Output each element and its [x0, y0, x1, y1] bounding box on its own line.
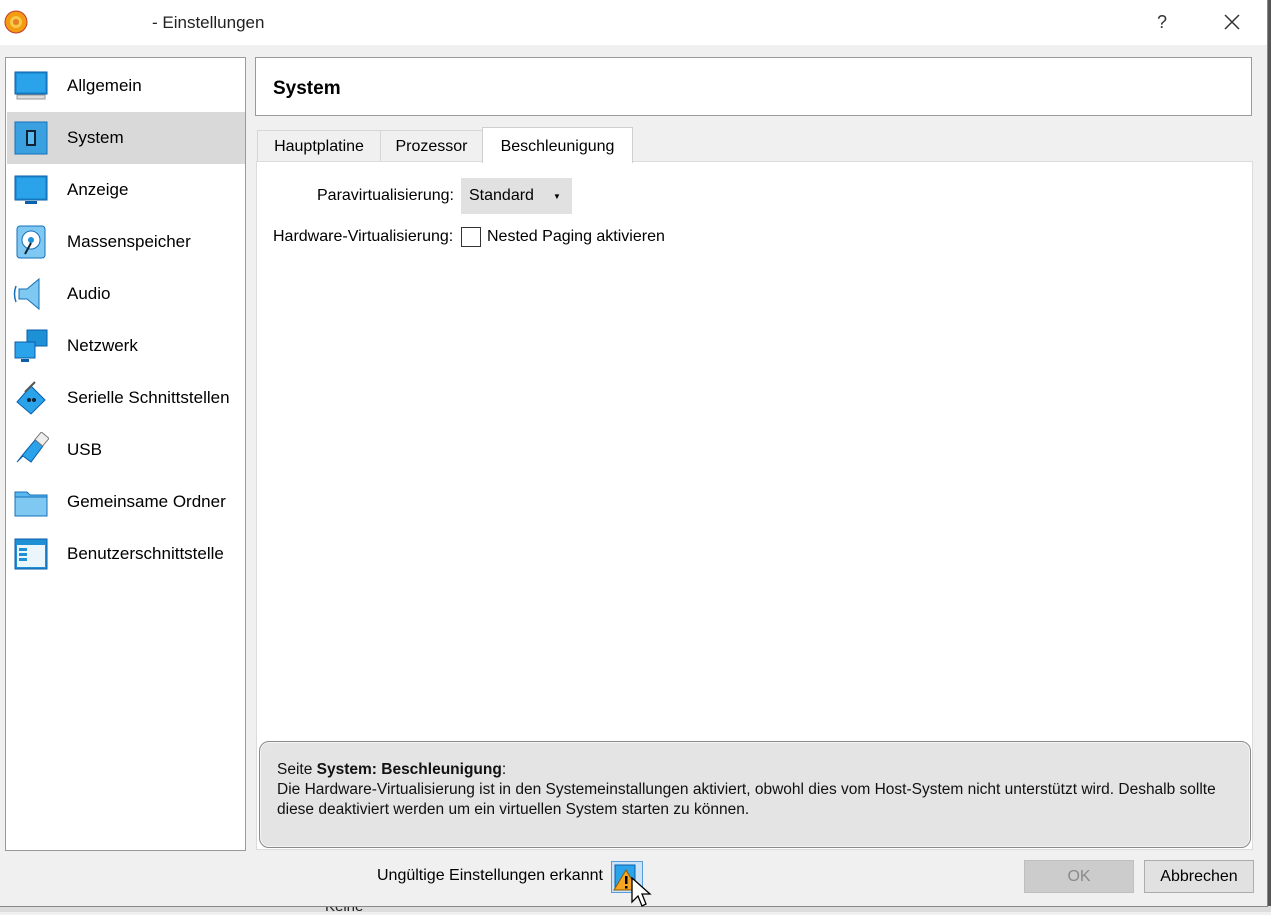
- sidebar-item-label: Gemeinsame Ordner: [67, 492, 226, 511]
- usb-icon: [16, 432, 49, 463]
- page-header: System: [255, 57, 1252, 116]
- invalid-settings-text: Ungültige Einstellungen erkannt: [377, 867, 603, 884]
- message-prefix: Seite: [277, 761, 317, 778]
- sidebar-item-label: Serielle Schnittstellen: [67, 388, 230, 407]
- sidebar-item-label: Anzeige: [67, 180, 129, 199]
- sidebar-item-allgemein[interactable]: Allgemein: [7, 60, 245, 112]
- settings-dialog: - Einstellungen ? Allgemein System Anzei…: [0, 0, 1268, 907]
- serial-port-icon: [16, 381, 46, 415]
- message-body: Die Hardware-Virtualisierung ist in den …: [277, 781, 1216, 818]
- message-page-name: System: Beschleunigung: [316, 761, 502, 778]
- validation-message-text: Seite System: Beschleunigung: Die Hardwa…: [277, 760, 1227, 820]
- tab-hauptplatine[interactable]: Hauptplatine: [257, 130, 381, 162]
- user-interface-icon: [14, 538, 48, 570]
- ok-button[interactable]: OK: [1024, 860, 1134, 893]
- sidebar-item-label: System: [67, 128, 124, 147]
- audio-speaker-icon: [13, 277, 40, 311]
- message-colon: :: [501, 761, 507, 778]
- window-title: - Einstellungen: [152, 13, 265, 32]
- tab-beschleunigung[interactable]: Beschleunigung: [482, 127, 633, 163]
- sidebar-item-audio[interactable]: Audio: [7, 268, 245, 320]
- sidebar-item-serielle-schnittstellen[interactable]: Serielle Schnittstellen: [7, 372, 245, 424]
- validation-message-box: Seite System: Beschleunigung: Die Hardwa…: [259, 741, 1251, 848]
- sidebar-item-system[interactable]: System: [7, 112, 245, 164]
- general-monitor-icon: [14, 71, 48, 100]
- settings-sidebar: Allgemein System Anzeige Massenspeicher …: [5, 57, 246, 851]
- hwvirt-label: Hardware-Virtualisierung:: [273, 228, 454, 245]
- page-title: System: [273, 78, 341, 99]
- nested-paging-checkbox[interactable]: [461, 227, 481, 247]
- paravirt-value: Standard: [469, 187, 534, 204]
- sidebar-item-label: Audio: [67, 284, 111, 303]
- paravirt-label: Paravirtualisierung:: [317, 187, 454, 204]
- sidebar-item-label: Massenspeicher: [67, 232, 191, 251]
- sidebar-item-label: Netzwerk: [67, 336, 138, 355]
- sidebar-item-netzwerk[interactable]: Netzwerk: [7, 320, 245, 372]
- paravirt-select[interactable]: Standard ▼: [461, 178, 572, 214]
- sidebar-item-massenspeicher[interactable]: Massenspeicher: [7, 216, 245, 268]
- sidebar-item-usb[interactable]: USB: [7, 424, 245, 476]
- shared-folder-icon: [14, 491, 48, 517]
- storage-disk-icon: [16, 225, 46, 259]
- sidebar-item-label: USB: [67, 440, 102, 459]
- virtualbox-app-icon: [4, 10, 28, 34]
- sidebar-item-label: Benutzerschnittstelle: [67, 544, 224, 563]
- sidebar-item-anzeige[interactable]: Anzeige: [7, 164, 245, 216]
- nested-paging-label[interactable]: Nested Paging aktivieren: [487, 228, 665, 246]
- display-icon: [14, 175, 48, 204]
- sidebar-item-gemeinsame-ordner[interactable]: Gemeinsame Ordner: [7, 476, 245, 528]
- title-bar: - Einstellungen ?: [0, 0, 1267, 45]
- close-icon[interactable]: [1218, 8, 1246, 36]
- sidebar-item-label: Allgemein: [67, 76, 142, 95]
- tab-prozessor[interactable]: Prozessor: [380, 130, 483, 162]
- sidebar-item-benutzerschnittstelle[interactable]: Benutzerschnittstelle: [7, 528, 245, 580]
- cancel-button[interactable]: Abbrechen: [1144, 860, 1254, 893]
- system-chip-icon: [14, 121, 48, 155]
- help-button[interactable]: ?: [1148, 8, 1176, 36]
- chevron-down-icon: ▼: [553, 192, 561, 201]
- network-icon: [14, 329, 48, 362]
- mouse-cursor-icon: [631, 876, 652, 907]
